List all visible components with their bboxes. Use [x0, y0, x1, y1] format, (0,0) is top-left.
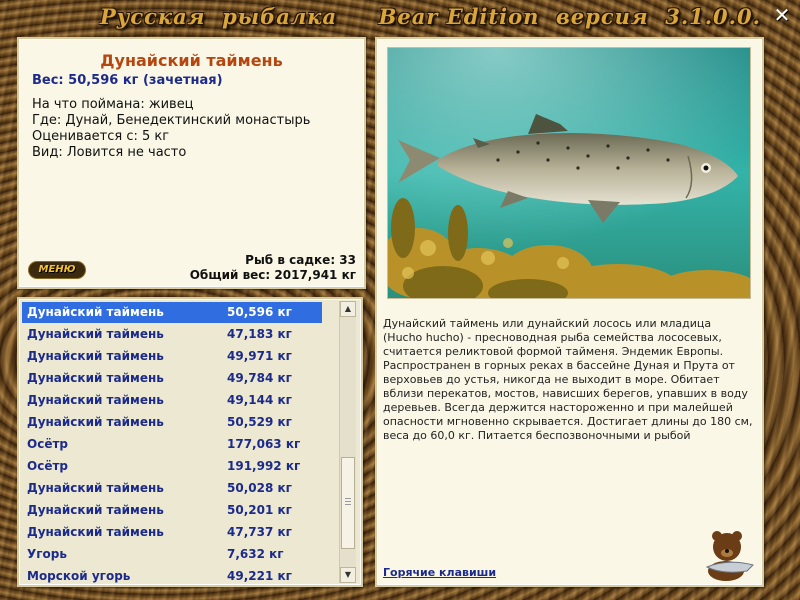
catch-fish-weight: 50,529 кг [227, 415, 292, 429]
catch-fish-weight: 47,183 кг [227, 327, 292, 341]
catch-list-row[interactable]: Дунайский таймень 47,737 кг [22, 522, 322, 543]
catch-fish-name: Угорь [27, 547, 67, 561]
catch-fish-name: Дунайский таймень [27, 525, 164, 539]
catch-list-row[interactable]: Дунайский таймень 49,144 кг [22, 390, 322, 411]
rated-from-detail: Оценивается с: 5 кг [32, 129, 170, 144]
catch-fish-name: Дунайский таймень [27, 371, 164, 385]
catch-fish-name: Осётр [27, 459, 68, 473]
catch-list-row[interactable]: Морской угорь 49,221 кг [22, 566, 322, 585]
catch-fish-name: Дунайский таймень [27, 503, 164, 517]
catch-fish-name: Дунайский таймень [27, 349, 164, 363]
catch-list-row[interactable]: Дунайский таймень 47,183 кг [22, 324, 322, 345]
description-panel: Дунайский таймень или дунайский лосось и… [375, 37, 764, 587]
fish-details: На что поймана: живец Где: Дунай, Бенеде… [32, 97, 310, 161]
catch-fish-name: Морской угорь [27, 569, 131, 583]
catch-list-row[interactable]: Дунайский таймень 49,971 кг [22, 346, 322, 367]
catch-fish-weight: 177,063 кг [227, 437, 301, 451]
catch-list-row[interactable]: Осётр 191,992 кг [22, 456, 322, 477]
bait-detail: На что поймана: живец [32, 97, 194, 112]
catch-fish-weight: 7,632 кг [227, 547, 284, 561]
catch-list-row[interactable]: Дунайский таймень 50,028 кг [22, 478, 322, 499]
catch-fish-weight: 50,596 кг [227, 305, 292, 319]
catch-fish-name: Дунайский таймень [27, 481, 164, 495]
list-scrollbar[interactable]: ▲ ▼ [339, 301, 356, 583]
fish-info-panel: Дунайский таймень Вес: 50,596 кг (зачетн… [17, 37, 366, 289]
frequency-detail: Вид: Ловится не часто [32, 145, 187, 160]
catch-fish-weight: 49,221 кг [227, 569, 292, 583]
keepnet-stats: Рыб в садке: 33 Общий вес: 2017,941 кг [190, 253, 356, 283]
menu-button[interactable]: МЕНЮ [29, 262, 85, 278]
catch-fish-weight: 49,971 кг [227, 349, 292, 363]
scroll-down-button[interactable]: ▼ [340, 567, 356, 583]
catch-list[interactable]: Дунайский таймень 50,596 кг Дунайский тайм… [17, 297, 363, 587]
scroll-thumb[interactable] [341, 457, 355, 549]
catch-list-row[interactable]: Осётр 177,063 кг [22, 434, 322, 455]
fish-count: Рыб в садке: 33 [245, 253, 356, 267]
total-weight: Общий вес: 2017,941 кг [189, 268, 356, 282]
catch-list-row[interactable]: Угорь 7,632 кг [22, 544, 322, 565]
catch-fish-name: Дунайский таймень [27, 305, 164, 319]
catch-fish-name: Дунайский таймень [27, 327, 164, 341]
fish-description: Дунайский таймень или дунайский лосось и… [383, 317, 753, 442]
catch-fish-weight: 49,784 кг [227, 371, 292, 385]
hotkeys-link[interactable]: Горячие клавиши [383, 566, 496, 579]
location-detail: Где: Дунай, Бенедектинский монастырь [32, 113, 311, 128]
catch-fish-weight: 49,144 кг [227, 393, 292, 407]
catch-list-row[interactable]: Дунайский таймень 50,201 кг [22, 500, 322, 521]
fish-photo [387, 47, 751, 299]
close-button[interactable]: ✕ [772, 5, 792, 25]
fish-name-heading: Дунайский таймень [100, 51, 283, 70]
catch-fish-name: Дунайский таймень [27, 415, 164, 429]
catch-fish-weight: 47,737 кг [227, 525, 292, 539]
bear-with-fish-icon [705, 531, 754, 581]
catch-list-row[interactable]: Дунайский таймень 50,529 кг [22, 412, 322, 433]
app-title: Русская рыбалка Bear Edition версия 3.1.… [100, 4, 761, 29]
taimen-underwater-image [388, 48, 750, 298]
catch-fish-weight: 191,992 кг [227, 459, 301, 473]
catch-list-row[interactable]: Дунайский таймень 50,596 кг [22, 302, 322, 323]
catch-fish-name: Дунайский таймень [27, 393, 164, 407]
catch-list-row[interactable]: Дунайский таймень 49,784 кг [22, 368, 322, 389]
catch-fish-weight: 50,028 кг [227, 481, 292, 495]
scroll-up-button[interactable]: ▲ [340, 301, 356, 317]
fish-weight: Вес: 50,596 кг (зачетная) [32, 73, 223, 88]
catch-fish-weight: 50,201 кг [227, 503, 292, 517]
catch-fish-name: Осётр [27, 437, 68, 451]
